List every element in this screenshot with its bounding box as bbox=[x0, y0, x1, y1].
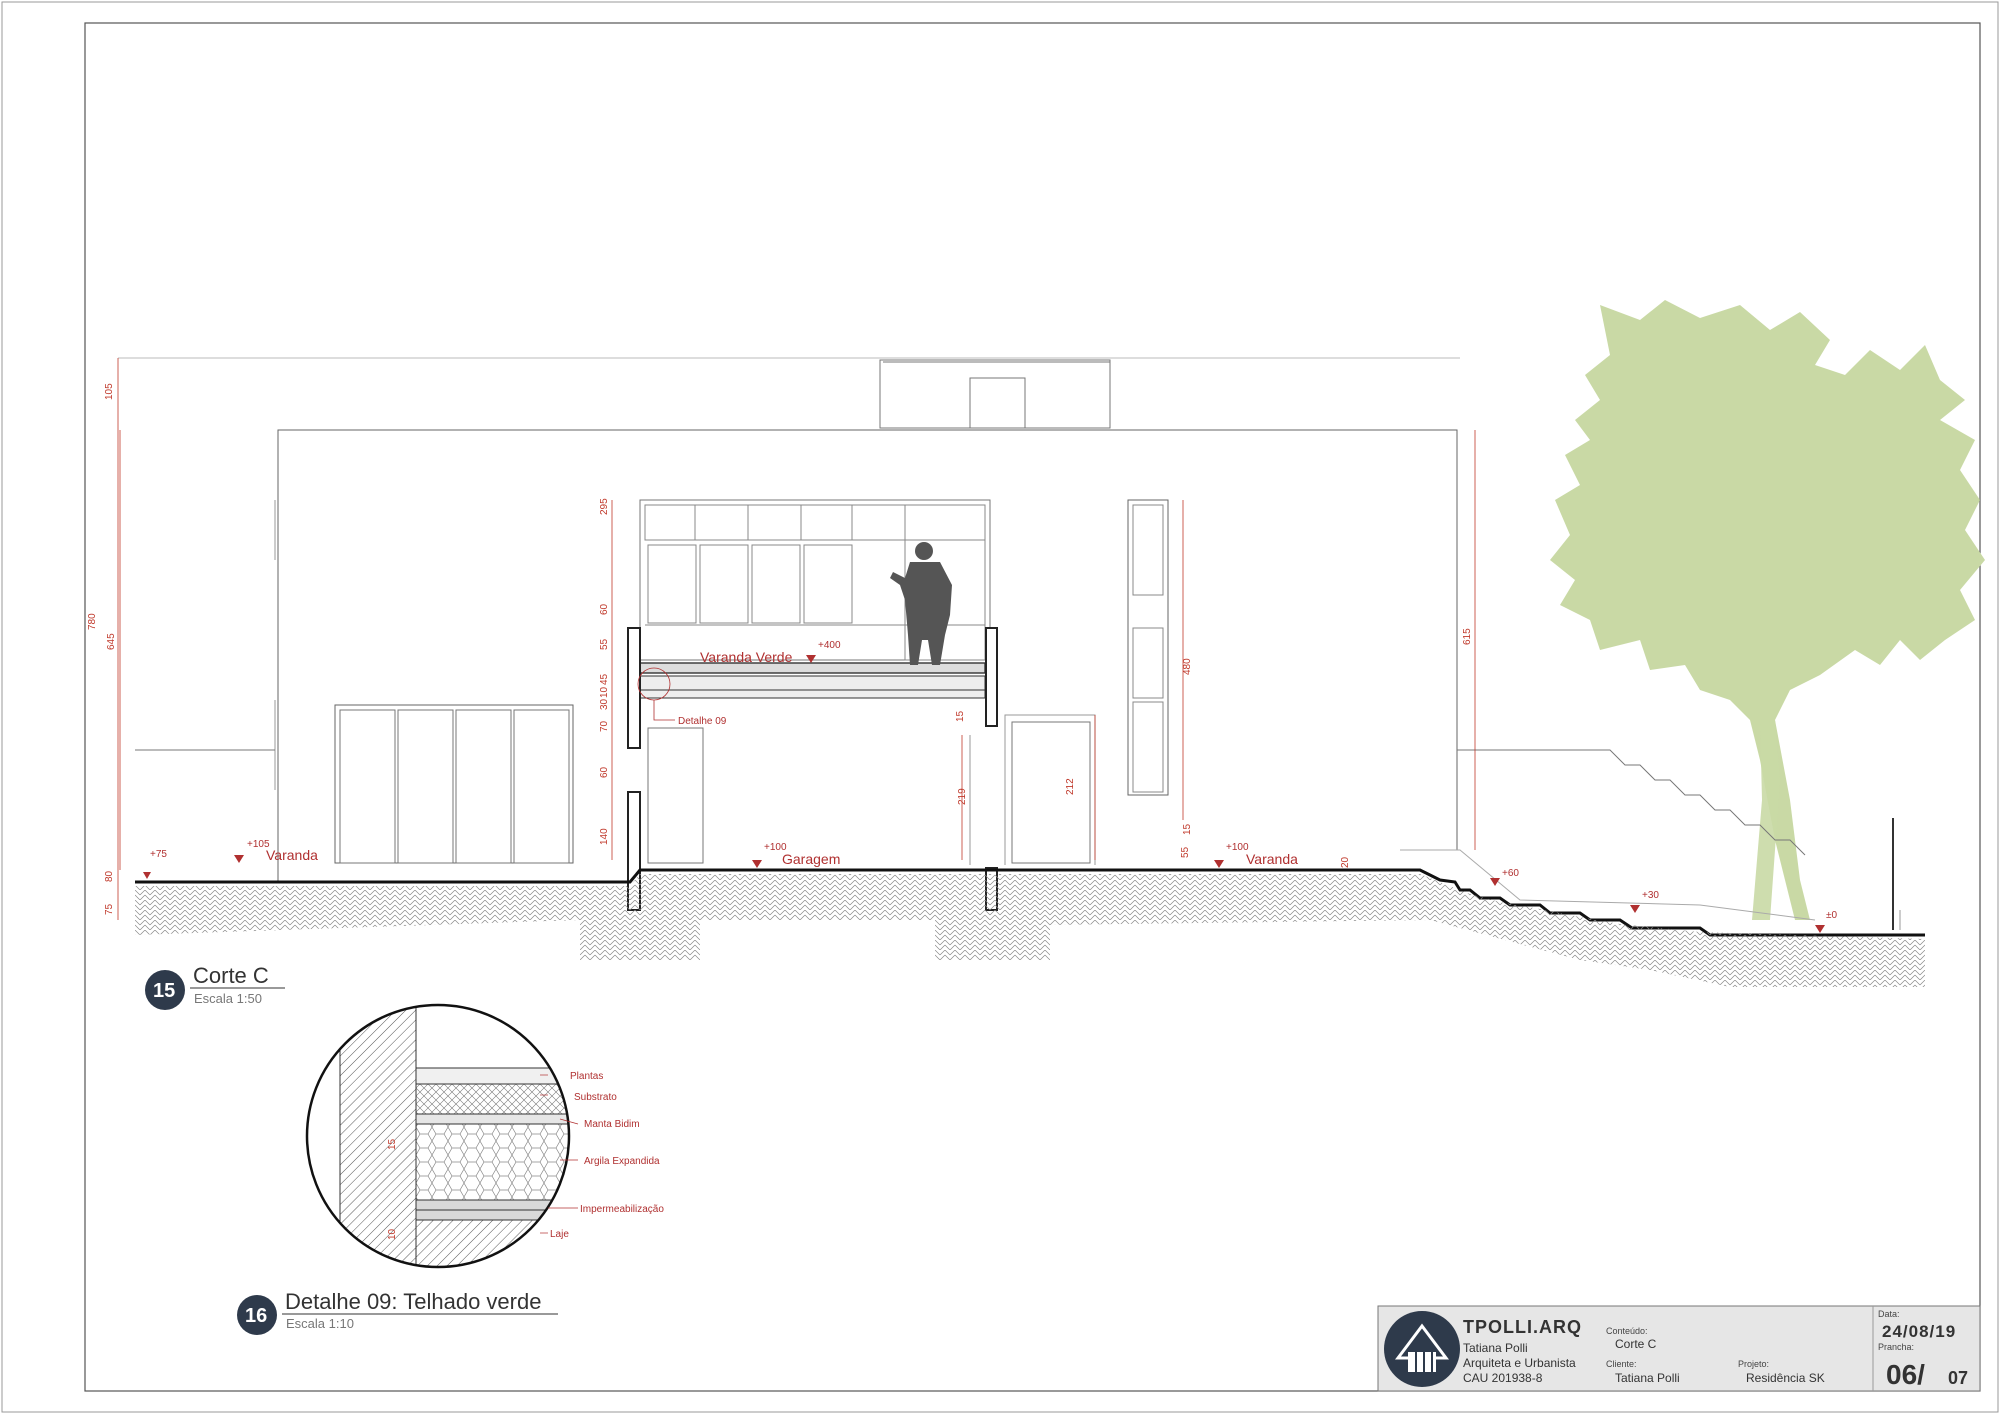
dimension-text: 15 bbox=[1182, 823, 1193, 835]
layer-label: Manta Bidim bbox=[584, 1119, 640, 1130]
room-label: Varanda bbox=[266, 847, 318, 863]
room-label: Varanda Verde bbox=[700, 649, 793, 665]
client-label: Cliente: bbox=[1606, 1359, 1637, 1369]
sheet-number: 06/ bbox=[1886, 1359, 1925, 1390]
drawing-sheet: +75 +105 +400 +100 +100 +60 +30 ±0 Varan… bbox=[1, 1, 1999, 1413]
tree-illustration bbox=[1550, 300, 1985, 920]
detail-title: Detalhe 09: Telhado verde bbox=[285, 1289, 541, 1314]
dimension-text: 140 bbox=[599, 828, 610, 845]
dimension-text: 20 bbox=[1340, 856, 1351, 868]
level-label: +30 bbox=[1642, 890, 1659, 901]
dimension-text: 70 bbox=[599, 720, 610, 732]
dimension-text: 60 bbox=[599, 766, 610, 778]
dimension-text: 105 bbox=[104, 383, 115, 400]
client-value: Tatiana Polli bbox=[1615, 1371, 1680, 1385]
dimension-text: 45 bbox=[599, 673, 610, 685]
section-number: 15 bbox=[153, 980, 175, 1002]
level-label: ±0 bbox=[1826, 910, 1837, 921]
layer-label: Impermeabilização bbox=[580, 1204, 664, 1215]
outer-border bbox=[1, 1, 1999, 1413]
dimension-text: 219 bbox=[957, 788, 968, 805]
detail-scale: Escala 1:10 bbox=[286, 1316, 354, 1331]
author-name: Tatiana Polli bbox=[1463, 1341, 1528, 1355]
dimension-text: 480 bbox=[1182, 658, 1193, 675]
dimension-text: 212 bbox=[1065, 778, 1076, 795]
dimension-text: 55 bbox=[1180, 846, 1191, 858]
content-value: Corte C bbox=[1615, 1337, 1657, 1351]
section-scale: Escala 1:50 bbox=[194, 991, 262, 1006]
dimension-text: 75 bbox=[104, 903, 115, 915]
project-label: Projeto: bbox=[1738, 1359, 1769, 1369]
dimension-text: 55 bbox=[599, 638, 610, 650]
content-label: Conteúdo: bbox=[1606, 1326, 1648, 1336]
dimension-text: 780 bbox=[87, 613, 98, 630]
dimension-text: 80 bbox=[104, 870, 115, 882]
dimension-text: 30 bbox=[599, 698, 610, 710]
dimension-text: 295 bbox=[599, 498, 610, 515]
level-label: +400 bbox=[818, 640, 841, 651]
dimension-text: 645 bbox=[106, 633, 117, 650]
sheet-label: Prancha: bbox=[1878, 1342, 1914, 1352]
dimension-text: 60 bbox=[599, 603, 610, 615]
room-label: Varanda bbox=[1246, 851, 1298, 867]
person-silhouette bbox=[890, 542, 952, 665]
detail-callout-leader bbox=[653, 700, 675, 721]
date-value: 24/08/19 bbox=[1882, 1322, 1956, 1341]
green-roof-detail bbox=[307, 1005, 569, 1267]
dimension-text: 10 bbox=[599, 686, 610, 698]
detail-number: 16 bbox=[245, 1305, 267, 1327]
date-label: Data: bbox=[1878, 1309, 1900, 1319]
brand-logo bbox=[1384, 1311, 1460, 1387]
author-role: Arquiteta e Urbanista bbox=[1463, 1356, 1576, 1370]
dimension-text: 615 bbox=[1462, 628, 1473, 645]
sheet-total: 07 bbox=[1948, 1368, 1968, 1388]
detail-callout-label: Detalhe 09 bbox=[678, 716, 727, 727]
project-value: Residência SK bbox=[1746, 1371, 1825, 1385]
dimension-lines bbox=[117, 358, 1476, 920]
detail-dimension: 15 bbox=[387, 1138, 398, 1150]
dimension-text: 15 bbox=[955, 710, 966, 722]
layer-label: Laje bbox=[550, 1229, 569, 1240]
level-label: +60 bbox=[1502, 868, 1519, 879]
brand-name: TPOLLI.ARQ bbox=[1463, 1317, 1582, 1337]
layer-label: Plantas bbox=[570, 1071, 603, 1082]
level-label: +75 bbox=[150, 849, 167, 860]
detail-dimension: 10 bbox=[387, 1228, 398, 1240]
section-title: Corte C bbox=[193, 963, 269, 988]
author-registration: CAU 201938-8 bbox=[1463, 1371, 1543, 1385]
layer-label: Substrato bbox=[574, 1092, 617, 1103]
room-label: Garagem bbox=[782, 851, 840, 867]
layer-label: Argila Expandida bbox=[584, 1156, 660, 1167]
